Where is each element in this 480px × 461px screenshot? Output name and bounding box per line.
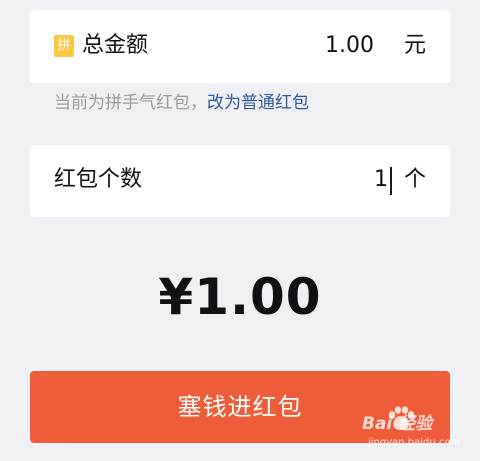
packet-count-label: 红包个数 [54,167,143,192]
packet-count-unit: 个 [403,167,426,192]
total-amount-unit: 元 [403,33,426,58]
watermark: Bai 经验 jingyan.baidu.com [362,404,478,458]
packet-type-hint-text: 当前为拼手气红包， [54,93,207,113]
packet-type-hint: 当前为拼手气红包，改为普通红包 [54,91,309,115]
total-amount-label: 总金额 [82,33,149,58]
packet-count-row[interactable]: 红包个数 1 个 [30,145,450,217]
total-amount-input[interactable]: 1.00 [325,32,374,60]
total-amount-row[interactable]: 拼 总金额 1.00 元 [30,10,450,83]
packet-count-input[interactable]: 1 [374,166,388,194]
watermark-url: jingyan.baidu.com [368,437,461,448]
watermark-brand: Bai 经验 [362,414,433,434]
switch-to-normal-packet-link[interactable]: 改为普通红包 [207,93,309,113]
pin-luck-badge-icon: 拼 [54,35,74,57]
text-cursor [390,167,392,195]
amount-display: ¥1.00 [158,268,322,326]
